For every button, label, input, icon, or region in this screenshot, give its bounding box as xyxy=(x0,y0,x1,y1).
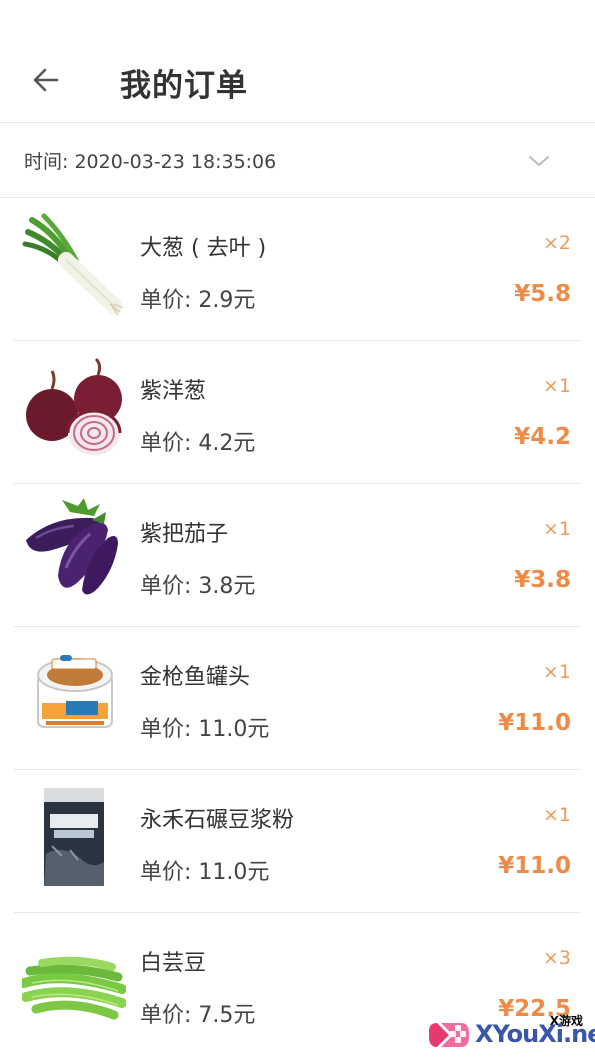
order-time: 时间: 2020-03-23 18:35:06 xyxy=(24,151,277,173)
order-time-row[interactable]: 时间: 2020-03-23 18:35:06 xyxy=(0,123,595,198)
site-watermark: X游戏 XYouXi.net xyxy=(425,1003,595,1062)
order-item[interactable]: 紫洋葱 单价: 4.2元 ×1 ¥4.2 xyxy=(0,341,595,484)
tuna-can-image xyxy=(37,655,113,728)
page-title: 我的订单 xyxy=(120,68,248,104)
item-quantity: ×1 xyxy=(542,804,571,826)
item-unit-price: 单价: 11.0元 xyxy=(140,860,270,885)
item-quantity: ×1 xyxy=(542,375,571,397)
item-total: ¥4.2 xyxy=(514,424,571,450)
item-total: ¥3.8 xyxy=(514,567,571,593)
watermark-main-text: XYouXi.net xyxy=(475,1020,595,1048)
item-unit-price: 单价: 7.5元 xyxy=(140,1003,256,1028)
item-name: 永禾石碾豆浆粉 xyxy=(140,808,295,833)
scallion-image xyxy=(22,213,124,316)
item-quantity: ×1 xyxy=(542,661,571,683)
arrow-left-icon xyxy=(33,68,59,92)
item-name: 大葱 ( 去叶 ) xyxy=(140,236,267,261)
item-unit-price: 单价: 2.9元 xyxy=(140,288,256,313)
item-name: 金枪鱼罐头 xyxy=(140,665,251,690)
item-name: 紫洋葱 xyxy=(140,379,207,404)
item-quantity: ×2 xyxy=(542,232,571,254)
item-name: 白芸豆 xyxy=(140,951,207,976)
gamepad-icon xyxy=(429,1023,469,1047)
item-unit-price: 单价: 3.8元 xyxy=(140,574,256,599)
item-total: ¥5.8 xyxy=(514,281,571,307)
item-total: ¥11.0 xyxy=(498,710,571,736)
eggplant-image xyxy=(26,498,118,595)
item-name: 紫把茄子 xyxy=(140,522,229,547)
chevron-down-icon xyxy=(529,156,549,166)
item-unit-price: 单价: 4.2元 xyxy=(140,431,256,456)
expand-button[interactable] xyxy=(524,146,554,176)
order-item[interactable]: 大葱 ( 去叶 ) 单价: 2.9元 ×2 ¥5.8 xyxy=(0,198,595,341)
order-item-list: 大葱 ( 去叶 ) 单价: 2.9元 ×2 ¥5.8 紫洋葱 单价: 4.2元 … xyxy=(0,198,595,1056)
item-unit-price: 单价: 11.0元 xyxy=(140,717,270,742)
red-onion-image xyxy=(26,357,122,455)
back-button[interactable] xyxy=(24,58,68,102)
order-item[interactable]: 金枪鱼罐头 单价: 11.0元 ×1 ¥11.0 xyxy=(0,627,595,770)
item-quantity: ×3 xyxy=(542,947,571,969)
green-beans-image xyxy=(22,956,126,1020)
soy-milk-powder-image xyxy=(44,788,104,886)
order-item[interactable]: 永禾石碾豆浆粉 单价: 11.0元 ×1 ¥11.0 xyxy=(0,770,595,913)
app-header: 我的订单 xyxy=(0,0,595,123)
order-item[interactable]: 紫把茄子 单价: 3.8元 ×1 ¥3.8 xyxy=(0,484,595,627)
item-total: ¥11.0 xyxy=(498,853,571,879)
item-quantity: ×1 xyxy=(542,518,571,540)
